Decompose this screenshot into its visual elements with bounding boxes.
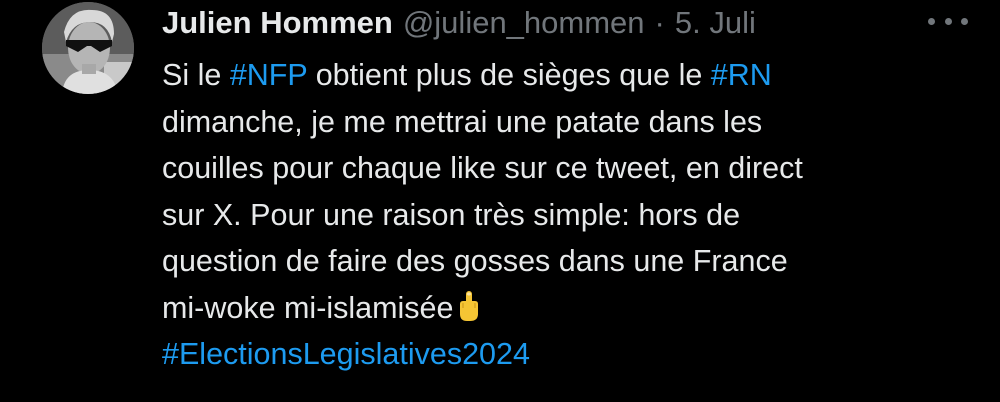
avatar-image-icon bbox=[42, 2, 134, 94]
hashtag-link-elections[interactable]: #ElectionsLegislatives2024 bbox=[162, 337, 530, 371]
tweet-line: dimanche, je me mettrai une patate dans … bbox=[162, 104, 763, 139]
tweet-line: Si le #NFP obtient plus de sièges que le… bbox=[162, 52, 982, 99]
hashtag-link-nfp[interactable]: #NFP bbox=[230, 58, 307, 92]
tweet-text-segment: mi-woke mi-islamisée bbox=[162, 290, 454, 325]
tweet-line: sur X. Pour une raison très simple: hors… bbox=[162, 197, 741, 232]
more-options-button[interactable] bbox=[928, 6, 968, 36]
more-horizontal-icon bbox=[928, 17, 935, 25]
tweet-line: #ElectionsLegislatives2024 bbox=[162, 331, 982, 378]
tweet-line: mi-woke mi-islamisée bbox=[162, 285, 982, 332]
middle-finger-emoji-icon bbox=[457, 289, 481, 336]
more-horizontal-icon-dot bbox=[944, 17, 952, 25]
avatar[interactable] bbox=[42, 2, 134, 94]
tweet-date[interactable]: 5. Juli bbox=[675, 2, 756, 44]
tweet-line: question de faire des gosses dans une Fr… bbox=[162, 244, 788, 278]
tweet-card[interactable]: Julien Hommen @julien_hommen · 5. Juli S… bbox=[0, 0, 1000, 402]
tweet-text: Si le #NFP obtient plus de sièges que le… bbox=[162, 52, 982, 378]
tweet-header: Julien Hommen @julien_hommen · 5. Juli bbox=[162, 2, 756, 44]
tweet-line: couilles pour chaque like sur ce tweet, … bbox=[162, 151, 803, 185]
more-horizontal-icon-dot bbox=[961, 17, 968, 25]
tweet-text-segment: Si le bbox=[162, 58, 230, 92]
author-handle[interactable]: @julien_hommen bbox=[403, 2, 645, 44]
tweet-text-segment: obtient plus de sièges que le bbox=[307, 58, 711, 92]
hashtag-link-rn[interactable]: #RN bbox=[711, 58, 772, 92]
header-separator: · bbox=[654, 5, 665, 40]
author-display-name[interactable]: Julien Hommen bbox=[162, 2, 393, 44]
